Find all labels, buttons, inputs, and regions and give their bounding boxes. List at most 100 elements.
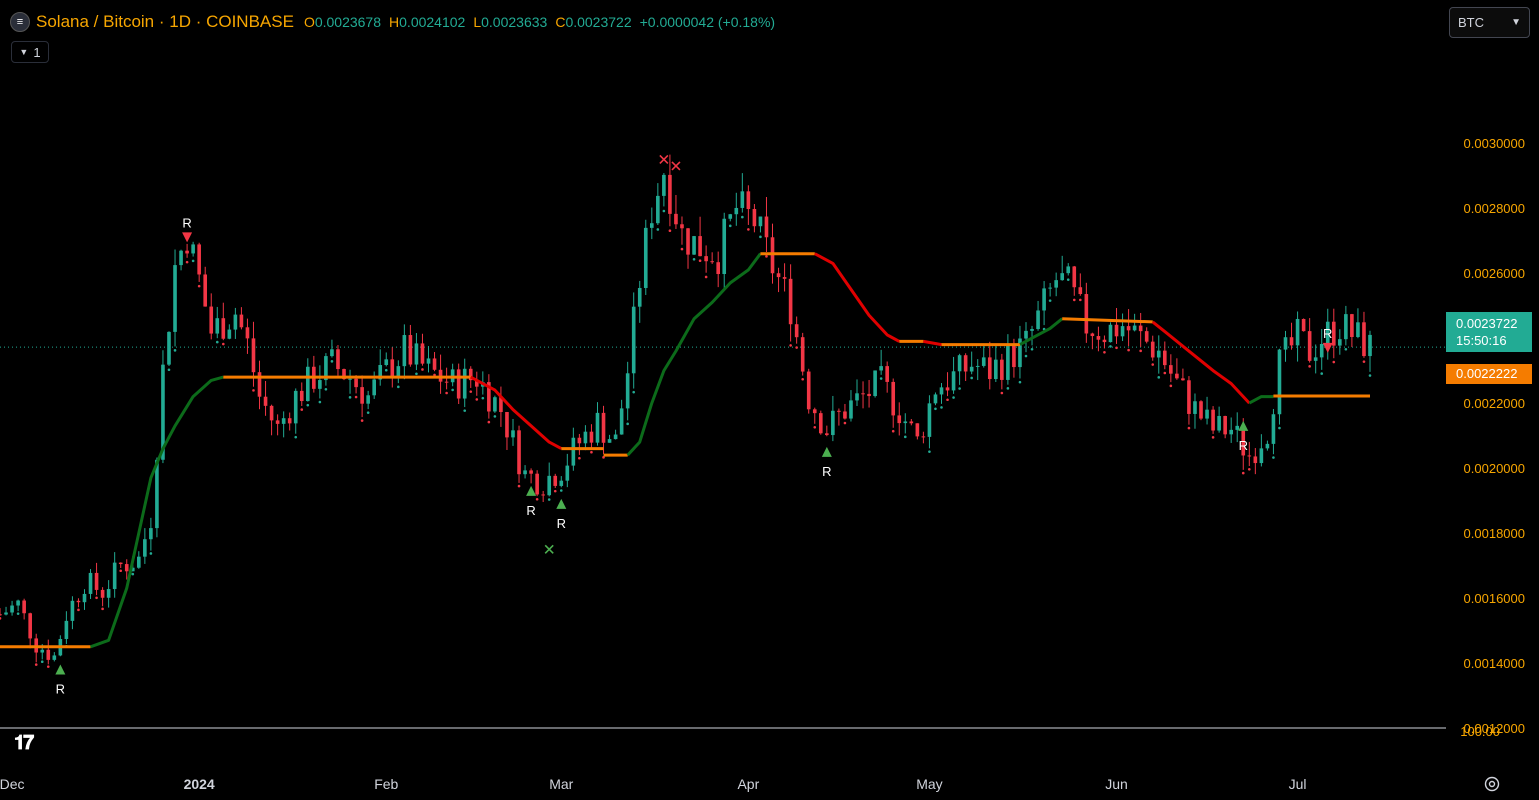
stop-dot — [318, 400, 322, 404]
stop-dot — [481, 396, 485, 400]
candle-body — [692, 236, 696, 255]
candle-body — [607, 439, 612, 443]
candle-body — [269, 405, 274, 421]
candle-body — [293, 390, 298, 424]
candle-body — [909, 421, 914, 424]
solana-logo-icon[interactable]: ≡ — [10, 12, 30, 32]
candle-body — [203, 274, 208, 307]
candle-body — [511, 430, 515, 438]
candle-body — [1114, 324, 1119, 337]
candle-body — [915, 423, 920, 437]
candle-body — [106, 589, 111, 598]
candle-body — [831, 410, 835, 436]
candle-body — [668, 174, 672, 214]
candle-body — [861, 393, 865, 395]
candle-body — [559, 480, 564, 486]
candle-body — [686, 228, 690, 255]
candle-body — [64, 620, 69, 639]
candle-body — [782, 277, 787, 279]
candle-body — [649, 223, 654, 228]
candle-body — [221, 318, 226, 339]
bar-countdown: 15:50:16 — [1456, 333, 1507, 348]
stop-dot — [421, 368, 424, 371]
candle-body — [1006, 343, 1010, 380]
price-axis[interactable]: 0.00300000.00280000.00260000.00240000.00… — [1460, 136, 1525, 739]
candle-body — [100, 589, 105, 598]
stop-dot — [1187, 426, 1191, 430]
signal-label: R — [526, 503, 535, 518]
stop-dot — [46, 665, 50, 668]
stop-dot — [1030, 347, 1034, 351]
indicators-collapse-button[interactable]: ▼ 1 — [11, 41, 49, 63]
candle-body — [1223, 415, 1227, 435]
stop-dot — [119, 569, 123, 573]
candle-body — [1319, 343, 1324, 358]
candle-body — [1187, 380, 1191, 414]
candle-body — [1078, 287, 1083, 295]
candle-body — [16, 600, 20, 606]
last-price-tag: 0.0023722 15:50:16 — [1446, 312, 1532, 352]
stop-dot — [1072, 298, 1076, 302]
candle-body — [758, 216, 763, 227]
candle-body — [529, 470, 533, 474]
candle-body — [1162, 350, 1167, 366]
currency-select[interactable]: BTC ▼ — [1449, 7, 1530, 38]
candle-body — [1259, 448, 1264, 464]
candle-body — [94, 572, 99, 590]
stop-dot — [197, 284, 201, 288]
trend-segment-down — [469, 375, 563, 450]
stop-dot — [222, 342, 225, 346]
symbol-title[interactable]: Solana / Bitcoin · 1D · COINBASE — [36, 12, 294, 32]
price-tick-label: 0.0018000 — [1464, 526, 1525, 541]
stop-dot — [360, 419, 364, 422]
stop-dot — [1320, 372, 1324, 375]
stop-dot — [487, 420, 491, 424]
price-tick-label: 0.0026000 — [1464, 266, 1525, 281]
signal-label: R — [1239, 438, 1248, 453]
stop-dot — [535, 497, 539, 501]
candle-body — [897, 415, 902, 424]
candle-body — [70, 600, 75, 621]
candle-body — [10, 605, 14, 613]
gear-icon[interactable] — [1483, 775, 1501, 793]
buy-arrow-icon — [1238, 420, 1249, 431]
signal-label: R — [182, 215, 191, 230]
signal-label: R — [557, 516, 566, 531]
stop-dot — [626, 422, 629, 426]
candle-body — [1096, 336, 1101, 340]
trend-segment-up — [626, 252, 762, 457]
candle-body — [625, 373, 630, 409]
price-chart[interactable]: R R R R R R R 0.0030000 0.0028000 0.0026000 0.002… — [0, 0, 1539, 800]
stop-dot — [934, 407, 937, 411]
stop-dot — [445, 391, 448, 395]
candle-body — [336, 349, 340, 370]
candle-body — [4, 612, 8, 615]
candle-body — [1193, 401, 1197, 414]
candle-body — [927, 403, 932, 437]
currency-value: BTC — [1458, 15, 1484, 30]
candle-body — [1156, 350, 1161, 358]
candle-body — [981, 357, 986, 366]
stop-dot — [463, 409, 467, 412]
time-tick-label: Mar — [549, 776, 573, 792]
candle-body — [601, 412, 606, 443]
indicator-price-tag: 0.0022222 — [1446, 364, 1532, 384]
time-axis[interactable]: Dec 2024 Feb Mar Apr May Jun Jul — [0, 776, 1307, 792]
candle-body — [577, 437, 582, 444]
candle-body — [1247, 455, 1252, 457]
candle-body — [1012, 343, 1016, 368]
candle-body — [752, 209, 757, 227]
candle-body — [1199, 401, 1203, 419]
tradingview-logo-icon[interactable]: 𝟏𝟕 — [14, 732, 34, 755]
candle-body — [812, 409, 817, 414]
candle-body — [788, 278, 793, 325]
stop-dot — [16, 612, 20, 615]
candle-body — [1271, 414, 1276, 444]
candle-body — [879, 366, 883, 371]
stop-dot — [1278, 426, 1281, 430]
stop-dot — [547, 498, 551, 501]
price-tick-label: 0.0014000 — [1464, 656, 1525, 671]
stop-dot — [970, 376, 973, 380]
buy-arrow-icon — [526, 485, 537, 496]
candle-body — [1042, 288, 1046, 311]
